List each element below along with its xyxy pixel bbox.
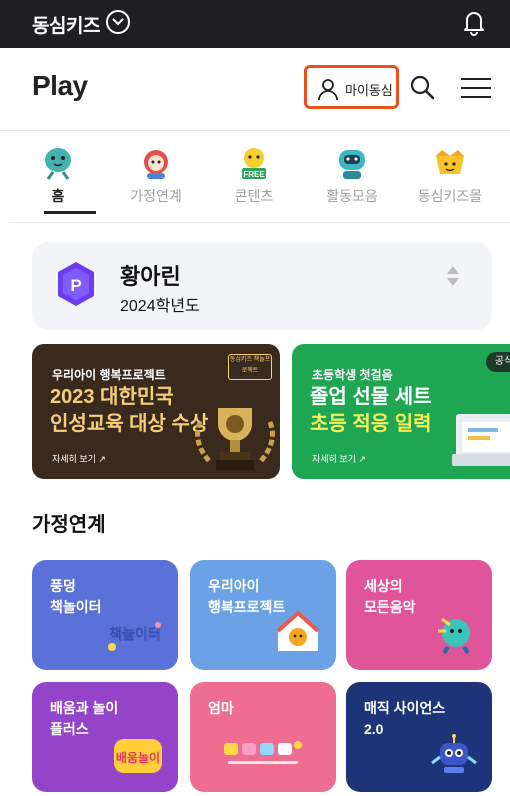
activities-character-icon — [334, 146, 370, 180]
banner-headline: 2023 대한민국 인성교육 대상 수상 — [50, 386, 209, 435]
mall-character-icon — [432, 146, 468, 180]
tab-contents[interactable]: FREE 콘텐츠 — [206, 138, 302, 206]
banner-more-link[interactable]: 자세히 보기 ↗ — [52, 452, 106, 465]
official-badge: 공식 — [486, 352, 510, 372]
class-selector-card[interactable]: P 황아린 2024학년도 — [32, 242, 492, 330]
sort-arrows-icon[interactable] — [446, 264, 460, 293]
child-name: 황아린 — [120, 264, 181, 289]
learning-play-logo: 배움놀이 — [110, 735, 166, 782]
search-icon[interactable] — [409, 74, 435, 105]
card-world-music[interactable]: 세상의 모든음악 — [346, 560, 492, 670]
section-title: 가정연계 — [32, 514, 106, 536]
tab-label: 가정연계 — [130, 188, 182, 204]
bell-icon[interactable] — [462, 8, 486, 41]
project-logo: 동심키즈 책놀프로젝트 — [228, 354, 272, 380]
banner-more-link[interactable]: 자세히 보기 ↗ — [312, 452, 366, 465]
mypage-label: 마이동심 — [345, 83, 393, 98]
mom-logo — [220, 735, 306, 778]
tab-label: 콘텐츠 — [234, 188, 274, 204]
card-title: 엄마 — [208, 700, 234, 716]
app-header: Play 마이동심 — [0, 48, 510, 131]
tab-label: 홈 — [51, 188, 65, 204]
svg-text:배움놀이: 배움놀이 — [116, 750, 160, 765]
tab-label: 활동모음 — [326, 188, 378, 204]
banner-small-text: 우리아이 행복프로젝트 — [52, 368, 166, 382]
card-magic-science[interactable]: 매직 사이언스 2.0 — [346, 682, 492, 792]
card-title: 세상의 모든음악 — [364, 578, 416, 615]
card-happy-project[interactable]: 우리아이 행복프로젝트 — [190, 560, 336, 670]
hamburger-menu-icon[interactable] — [460, 78, 492, 103]
user-icon — [318, 79, 338, 101]
banner-graduation-set[interactable]: 초등학생 첫걸음 졸업 선물 세트 초등 적응 일력 공식 자세히 보기 ↗ — [292, 344, 510, 479]
trophy-icon — [190, 402, 280, 479]
category-tabs: 홈 가정연계 FREE 콘텐츠 활동모음 동심키즈몰 — [10, 138, 510, 223]
free-badge: FREE — [243, 170, 265, 179]
tab-label: 동심키즈몰 — [417, 188, 483, 204]
card-pungdeong-playground[interactable]: 풍덩 책놀이터 책놀이터 — [32, 560, 178, 670]
class-badge-icon: P — [54, 260, 98, 313]
brand-name[interactable]: 동심키즈 — [32, 11, 100, 38]
science-robot-icon — [428, 733, 480, 782]
top-bar: 동심키즈 — [0, 0, 510, 48]
banner-award[interactable]: 우리아이 행복프로젝트 2023 대한민국 인성교육 대상 수상 동심키즈 책놀… — [32, 344, 280, 479]
banner-headline: 졸업 선물 세트 초등 적응 일력 — [310, 386, 432, 435]
active-tab-indicator — [44, 211, 96, 214]
card-title: 풍덩 책놀이터 — [50, 578, 102, 615]
card-learning-play-plus[interactable]: 배움과 놀이 플러스 배움놀이 — [32, 682, 178, 792]
house-mascot-icon — [272, 609, 324, 660]
banner-small-text: 초등학생 첫걸음 — [312, 368, 393, 382]
play-logo[interactable]: Play — [32, 70, 88, 102]
tab-kids-mall[interactable]: 동심키즈몰 — [402, 138, 498, 206]
contents-character-icon: FREE — [236, 146, 272, 180]
tab-home-connection[interactable]: 가정연계 — [108, 138, 204, 206]
chevron-down-icon[interactable] — [106, 10, 130, 34]
tab-home[interactable]: 홈 — [10, 138, 106, 206]
school-year: 2024학년도 — [120, 298, 200, 315]
music-character-icon — [430, 609, 480, 660]
home-character-icon — [40, 146, 76, 180]
card-mom[interactable]: 엄마 — [190, 682, 336, 792]
card-title: 배움과 놀이 플러스 — [50, 700, 119, 737]
svg-text:책놀이터: 책놀이터 — [109, 626, 161, 642]
mypage-button[interactable]: 마이동심 — [304, 65, 399, 109]
book-playground-logo: 책놀이터 — [104, 617, 166, 660]
svg-text:P: P — [70, 276, 81, 295]
tab-activities[interactable]: 활동모음 — [304, 138, 400, 206]
family-character-icon — [138, 146, 174, 180]
calendar-product-image — [452, 396, 510, 473]
